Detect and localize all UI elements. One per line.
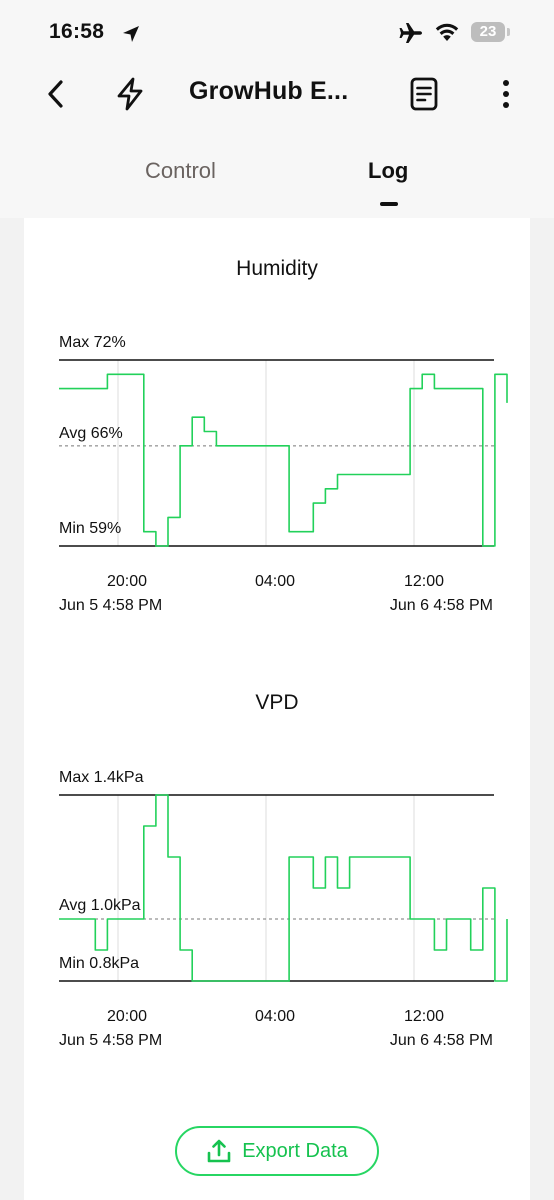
humidity-min-label: Min 59% xyxy=(59,520,121,537)
vpd-x-tick: 04:00 xyxy=(255,1008,295,1025)
export-data-label: Export Data xyxy=(242,1139,348,1162)
humidity-chart: Max 72% Avg 66% Min 59% 20:00 04:00 12:0… xyxy=(59,334,508,614)
upload-icon xyxy=(207,1139,231,1163)
humidity-x-tick: 04:00 xyxy=(255,573,295,590)
vpd-avg-label: Avg 1.0kPa xyxy=(59,897,141,914)
vpd-end-label: Jun 6 4:58 PM xyxy=(390,1032,493,1049)
vpd-start-label: Jun 5 4:58 PM xyxy=(59,1032,162,1049)
airplane-icon xyxy=(399,23,422,43)
tab-active-indicator xyxy=(380,202,398,206)
humidity-x-tick: 12:00 xyxy=(404,573,444,590)
humidity-max-label: Max 72% xyxy=(59,334,126,351)
quick-action-button[interactable] xyxy=(110,74,150,114)
location-arrow-icon xyxy=(123,26,139,42)
battery-level: 23 xyxy=(479,23,497,40)
status-bar: 16:58 23 xyxy=(0,0,554,66)
lightning-icon xyxy=(117,77,143,111)
humidity-series-line xyxy=(59,373,508,547)
page-title: GrowHub E... xyxy=(189,77,349,105)
wifi-icon xyxy=(435,23,459,41)
back-button[interactable] xyxy=(40,76,72,112)
document-icon xyxy=(410,77,438,111)
humidity-avg-label: Avg 66% xyxy=(59,425,123,442)
humidity-start-label: Jun 5 4:58 PM xyxy=(59,597,162,614)
status-time: 16:58 xyxy=(49,20,105,43)
humidity-chart-title: Humidity xyxy=(236,257,318,280)
vpd-chart-title: VPD xyxy=(255,691,299,714)
humidity-x-tick: 20:00 xyxy=(107,573,147,590)
tab-control[interactable]: Control xyxy=(145,158,216,184)
vpd-min-label: Min 0.8kPa xyxy=(59,955,139,972)
more-vertical-icon xyxy=(503,80,509,108)
tab-log[interactable]: Log xyxy=(368,158,408,184)
notes-button[interactable] xyxy=(404,74,444,114)
vpd-x-tick: 12:00 xyxy=(404,1008,444,1025)
chevron-left-icon xyxy=(48,80,63,108)
vpd-x-tick: 20:00 xyxy=(107,1008,147,1025)
battery-icon: 23 xyxy=(471,22,505,42)
vpd-chart: Max 1.4kPa Avg 1.0kPa Min 0.8kPa 20:00 0… xyxy=(59,769,508,1049)
battery-tip xyxy=(507,28,510,36)
vpd-series-line xyxy=(59,794,508,982)
vpd-max-label: Max 1.4kPa xyxy=(59,769,144,786)
export-data-button[interactable]: Export Data xyxy=(175,1126,379,1176)
more-options-button[interactable] xyxy=(490,74,522,114)
humidity-end-label: Jun 6 4:58 PM xyxy=(390,597,493,614)
